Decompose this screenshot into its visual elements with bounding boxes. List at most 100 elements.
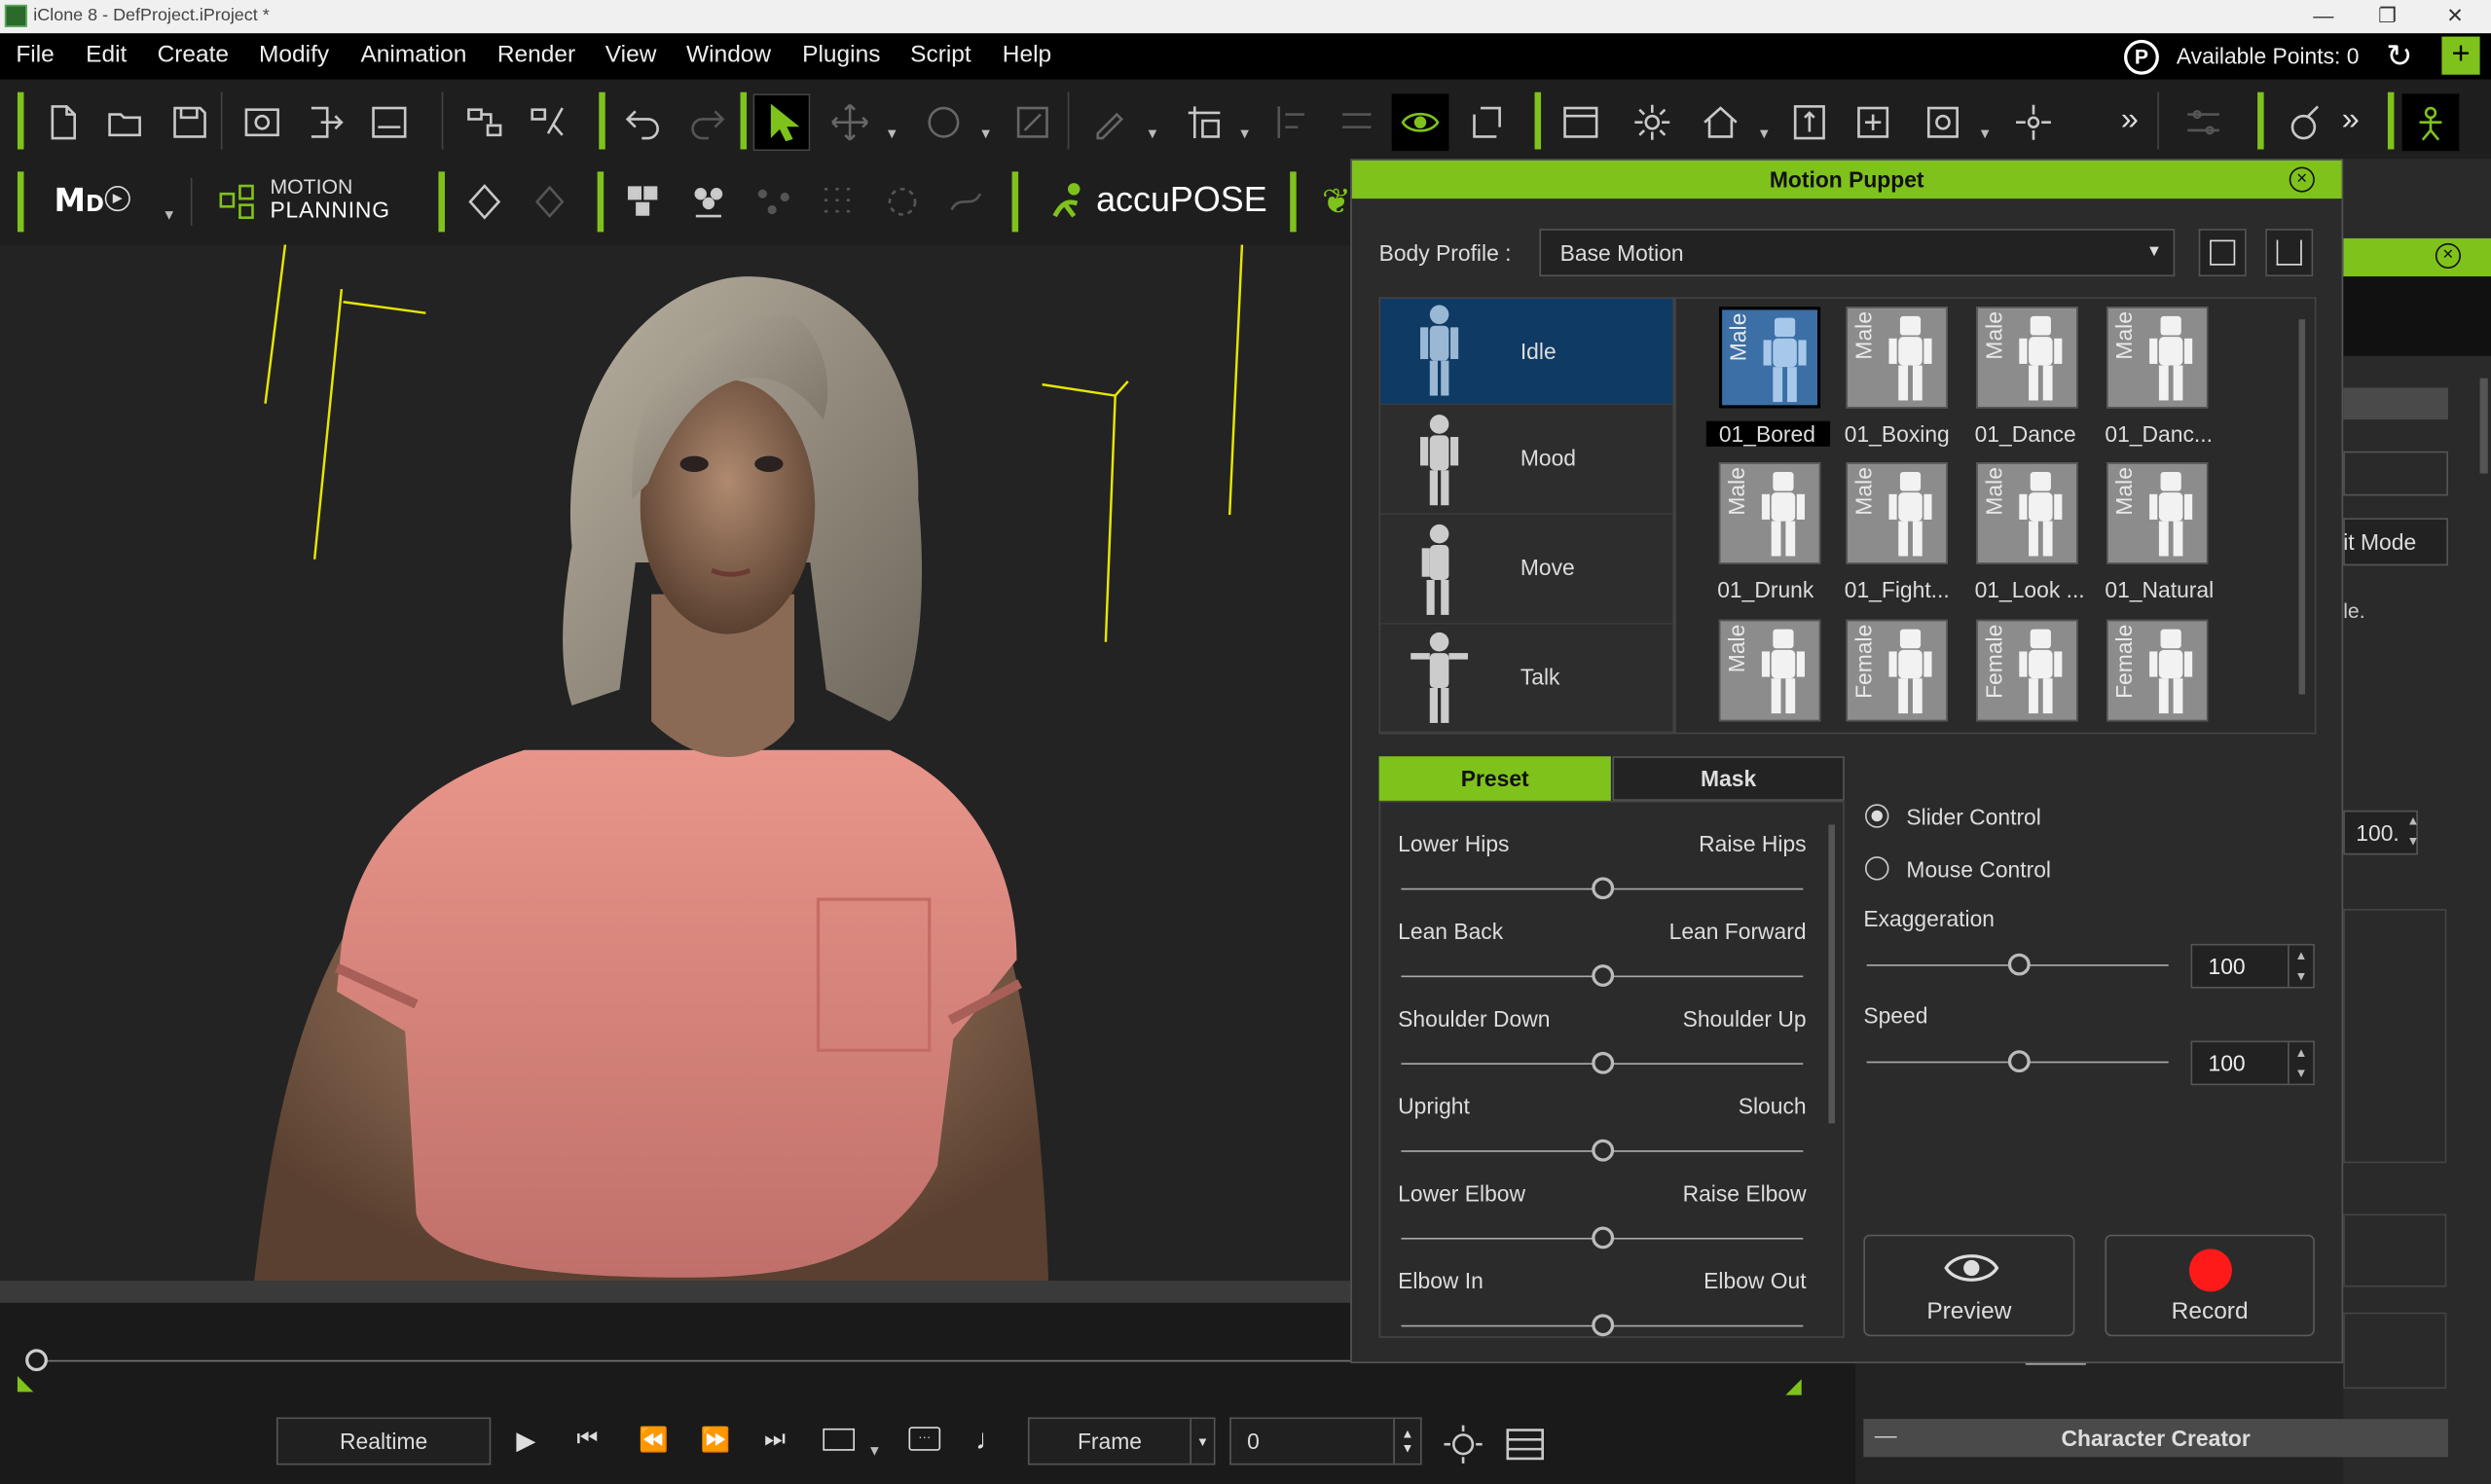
timeline-track[interactable] bbox=[34, 1359, 1351, 1362]
snap-icon[interactable] bbox=[1184, 102, 1225, 143]
menu-help[interactable]: Help bbox=[1003, 41, 1051, 68]
preview-project-icon[interactable] bbox=[241, 102, 282, 143]
range-start-marker-icon[interactable] bbox=[17, 1376, 34, 1393]
previous-frame-icon[interactable]: ⏪ bbox=[639, 1426, 668, 1454]
sun-settings-icon[interactable] bbox=[1443, 1424, 1483, 1464]
move-dropdown-icon[interactable]: ▼ bbox=[885, 126, 899, 141]
motion-thumbnail[interactable]: Male bbox=[1976, 462, 2078, 564]
3d-viewport[interactable] bbox=[0, 244, 1351, 1282]
distribute-icon[interactable] bbox=[1337, 102, 1377, 143]
play-circle-icon[interactable]: ▶ bbox=[104, 186, 130, 212]
fit-view-icon[interactable] bbox=[1789, 102, 1830, 143]
range-end-marker-icon[interactable] bbox=[1785, 1379, 1802, 1395]
frame-stepper[interactable]: ▲ ▼ bbox=[1393, 1417, 1422, 1466]
menu-view[interactable]: View bbox=[605, 41, 657, 68]
scale-icon[interactable] bbox=[1012, 102, 1053, 143]
motion-planning-label-2[interactable]: PLANNING bbox=[270, 197, 389, 222]
motion-thumbnail[interactable]: Female bbox=[2106, 619, 2209, 722]
toolbar-overflow-2-icon[interactable]: » bbox=[2342, 102, 2360, 139]
mouse-control-radio[interactable] bbox=[1864, 856, 1889, 881]
record-button[interactable]: Record bbox=[2105, 1234, 2315, 1337]
frame-mode-select[interactable]: Frame bbox=[1027, 1417, 1192, 1466]
tab-preset[interactable]: Preset bbox=[1378, 756, 1611, 801]
move-icon[interactable] bbox=[829, 102, 870, 143]
save-icon[interactable] bbox=[168, 102, 209, 143]
camera-switch-dropdown-icon[interactable]: ▼ bbox=[1978, 126, 1993, 141]
library-scrollbar[interactable] bbox=[2298, 319, 2306, 695]
motion-convert-icon[interactable] bbox=[528, 102, 568, 143]
exaggeration-slider-knob[interactable] bbox=[2007, 953, 2031, 976]
go-to-start-icon[interactable]: ⏮ bbox=[576, 1426, 598, 1453]
speed-stepper-icon[interactable]: ▲ ▼ bbox=[2288, 1042, 2313, 1084]
circle-array-icon[interactable] bbox=[882, 181, 923, 222]
refresh-icon[interactable]: ↻ bbox=[2386, 37, 2412, 77]
open-folder-icon[interactable] bbox=[105, 102, 146, 143]
play-icon[interactable]: ▶ bbox=[516, 1426, 535, 1458]
grid-array-icon[interactable] bbox=[817, 181, 858, 222]
slider-knob[interactable] bbox=[1592, 1314, 1615, 1337]
home-view-dropdown-icon[interactable]: ▼ bbox=[1757, 126, 1772, 141]
motion-thumbnail[interactable]: Male bbox=[1718, 462, 1821, 564]
path-array-icon[interactable] bbox=[945, 181, 986, 222]
exaggeration-input[interactable]: 100 ▲ ▼ bbox=[2190, 943, 2315, 989]
close-icon[interactable]: ✕ bbox=[2446, 3, 2464, 28]
undo-icon[interactable] bbox=[623, 102, 664, 143]
pose-tool-icon[interactable] bbox=[2283, 102, 2324, 143]
panel-input[interactable] bbox=[2343, 451, 2448, 496]
menu-animation[interactable]: Animation bbox=[360, 41, 466, 68]
slider-knob[interactable] bbox=[1592, 964, 1615, 987]
menu-edit[interactable]: Edit bbox=[86, 41, 127, 68]
scatter-icon[interactable] bbox=[753, 181, 794, 222]
edit-pose-icon[interactable] bbox=[1091, 102, 1132, 143]
accupose-label[interactable]: accuPOSE bbox=[1096, 180, 1267, 221]
speed-input[interactable]: 100 ▲ ▼ bbox=[2190, 1040, 2315, 1086]
panel-stepper-icon[interactable]: ▲ ▼ bbox=[2407, 811, 2420, 851]
leaf-icon[interactable]: ❦ bbox=[1322, 181, 1350, 222]
md-dropdown-icon[interactable]: ▼ bbox=[162, 206, 176, 222]
edit-pose-dropdown-icon[interactable]: ▼ bbox=[1146, 126, 1160, 141]
panel-close-icon[interactable]: ✕ bbox=[2435, 242, 2461, 269]
slider-knob[interactable] bbox=[1592, 1226, 1615, 1249]
menu-plugins[interactable]: Plugins bbox=[802, 41, 880, 68]
menu-create[interactable]: Create bbox=[158, 41, 229, 68]
motion-thumbnail[interactable]: Male bbox=[1976, 307, 2078, 409]
usd-export-icon[interactable] bbox=[369, 102, 410, 143]
add-points-icon[interactable]: + bbox=[2441, 36, 2480, 75]
subtitle-icon[interactable]: ··· bbox=[908, 1427, 941, 1451]
camera-view-icon[interactable] bbox=[1560, 102, 1601, 143]
motion-thumbnail[interactable]: Male bbox=[1846, 307, 1948, 409]
timeline-panel-icon[interactable] bbox=[1505, 1424, 1544, 1461]
convert-icon[interactable] bbox=[464, 102, 505, 143]
rotate-dropdown-icon[interactable]: ▼ bbox=[978, 126, 993, 141]
restore-icon[interactable]: ❐ bbox=[2378, 3, 2397, 28]
redo-icon[interactable] bbox=[686, 102, 727, 143]
slider-knob[interactable] bbox=[1592, 1139, 1615, 1162]
crowd-people-icon[interactable] bbox=[688, 181, 729, 222]
frame-mode-dropdown-icon[interactable]: ▼ bbox=[1190, 1417, 1216, 1466]
body-profile-dropdown-icon[interactable]: ▼ bbox=[2146, 243, 2162, 261]
zoom-extent-icon[interactable] bbox=[1852, 102, 1893, 143]
motion-thumbnail[interactable]: Male bbox=[1718, 307, 1821, 409]
settings-sliders-icon[interactable] bbox=[2182, 102, 2223, 143]
motion-thumbnail[interactable]: Male bbox=[1846, 462, 1948, 564]
motion-thumbnail[interactable]: Female bbox=[1976, 619, 2078, 722]
preview-button[interactable]: Preview bbox=[1863, 1234, 2075, 1337]
camera-switch-icon[interactable] bbox=[1923, 102, 1963, 143]
tab-mask[interactable]: Mask bbox=[1612, 756, 1845, 801]
home-view-icon[interactable] bbox=[1700, 102, 1740, 143]
motion-thumbnail[interactable]: Male bbox=[2106, 307, 2209, 409]
go-to-end-icon[interactable]: ⏭ bbox=[764, 1426, 786, 1453]
menu-window[interactable]: Window bbox=[686, 41, 771, 68]
motion-planning-icon[interactable] bbox=[218, 181, 259, 222]
rotate-icon[interactable] bbox=[923, 102, 964, 143]
new-file-icon[interactable] bbox=[41, 102, 82, 143]
minimize-icon[interactable]: — bbox=[2313, 3, 2333, 26]
sliders-scrollbar[interactable] bbox=[1828, 824, 1835, 1124]
speed-slider-knob[interactable] bbox=[2007, 1050, 2031, 1073]
motion-thumbnail[interactable]: Male bbox=[1718, 619, 1821, 722]
timeline-scrubber[interactable] bbox=[25, 1349, 48, 1372]
keyframe-icon[interactable] bbox=[464, 181, 505, 222]
slider-knob[interactable] bbox=[1592, 877, 1615, 900]
menu-file[interactable]: File bbox=[16, 41, 54, 68]
light-icon[interactable] bbox=[1631, 102, 1672, 143]
